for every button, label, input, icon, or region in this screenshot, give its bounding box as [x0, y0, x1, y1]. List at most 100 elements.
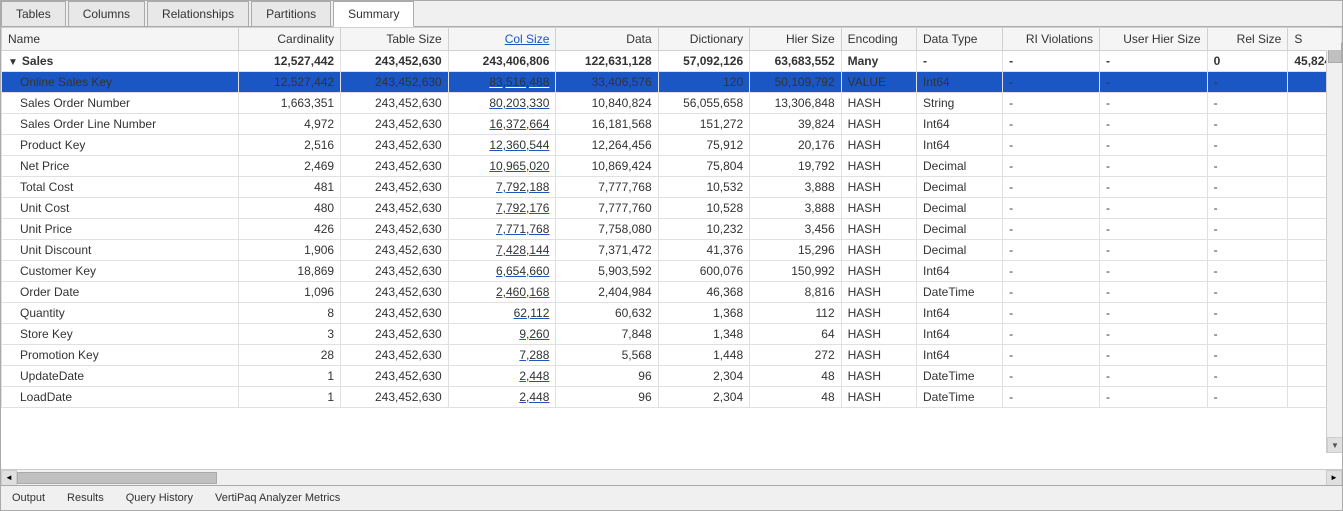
bottom-tab-query-history[interactable]: Query History [115, 488, 204, 508]
table-row[interactable]: Sales Order Number1,663,351243,452,63080… [2, 93, 1342, 114]
table-cell: Sales Order Number [2, 93, 239, 114]
table-cell: 2,448 [448, 387, 556, 408]
scroll-left-button[interactable]: ◄ [1, 470, 17, 486]
table-cell: - [1207, 303, 1288, 324]
table-cell: HASH [841, 387, 916, 408]
table-row[interactable]: Unit Price426243,452,6307,771,7687,758,0… [2, 219, 1342, 240]
table-cell: 0 [1207, 51, 1288, 72]
header-ri-violations[interactable]: RI Violations [1003, 28, 1100, 51]
tab-tables[interactable]: Tables [1, 1, 66, 26]
table-cell: 41,376 [658, 240, 750, 261]
header-data[interactable]: Data [556, 28, 658, 51]
top-tab-bar: Tables Columns Relationships Partitions … [1, 1, 1342, 27]
table-cell: Int64 [916, 72, 1002, 93]
table-row[interactable]: Customer Key18,869243,452,6306,654,6605,… [2, 261, 1342, 282]
table-row[interactable]: Total Cost481243,452,6307,792,1887,777,7… [2, 177, 1342, 198]
tab-columns[interactable]: Columns [68, 1, 145, 26]
table-cell: 243,452,630 [341, 282, 449, 303]
table-cell: 6,654,660 [448, 261, 556, 282]
table-row[interactable]: Quantity8243,452,63062,11260,6321,368112… [2, 303, 1342, 324]
table-cell: 243,452,630 [341, 198, 449, 219]
table-row[interactable]: Promotion Key28243,452,6307,2885,5681,44… [2, 345, 1342, 366]
table-row[interactable]: Net Price2,469243,452,63010,965,02010,86… [2, 156, 1342, 177]
table-cell: - [1207, 135, 1288, 156]
table-cell: - [1207, 282, 1288, 303]
table-cell: Total Cost [2, 177, 239, 198]
table-cell: Store Key [2, 324, 239, 345]
horizontal-scrollbar[interactable]: ◄ ► [1, 469, 1342, 485]
h-scroll-track[interactable] [17, 471, 1326, 485]
table-cell: HASH [841, 282, 916, 303]
app-container: Tables Columns Relationships Partitions … [0, 0, 1343, 511]
table-cell: - [1003, 177, 1100, 198]
table-cell: - [1003, 240, 1100, 261]
table-row[interactable]: Unit Cost480243,452,6307,792,1767,777,76… [2, 198, 1342, 219]
header-hier-size[interactable]: Hier Size [750, 28, 842, 51]
table-cell: 3 [238, 324, 340, 345]
table-row[interactable]: Unit Discount1,906243,452,6307,428,1447,… [2, 240, 1342, 261]
table-cell: 243,452,630 [341, 219, 449, 240]
table-cell: HASH [841, 198, 916, 219]
table-cell: 481 [238, 177, 340, 198]
header-rel-size[interactable]: Rel Size [1207, 28, 1288, 51]
bottom-tab-output[interactable]: Output [1, 488, 56, 508]
table-cell: 20,176 [750, 135, 842, 156]
main-content: Name Cardinality Table Size Col Size Dat… [1, 27, 1342, 485]
table-cell: 243,452,630 [341, 156, 449, 177]
header-data-type[interactable]: Data Type [916, 28, 1002, 51]
table-cell: 10,965,020 [448, 156, 556, 177]
table-cell: - [1003, 282, 1100, 303]
table-cell: VALUE [841, 72, 916, 93]
table-cell: 243,452,630 [341, 366, 449, 387]
header-name[interactable]: Name [2, 28, 239, 51]
table-cell: 75,912 [658, 135, 750, 156]
table-cell: 10,232 [658, 219, 750, 240]
header-user-hier-size[interactable]: User Hier Size [1099, 28, 1207, 51]
bottom-tab-bar: Output Results Query History VertiPaq An… [1, 485, 1342, 510]
table-cell: 243,452,630 [341, 387, 449, 408]
table-row[interactable]: Store Key3243,452,6309,2607,8481,34864HA… [2, 324, 1342, 345]
scroll-down-button[interactable]: ▼ [1327, 437, 1342, 453]
expand-arrow-icon[interactable]: ▼ [8, 57, 18, 68]
table-cell: 243,452,630 [341, 177, 449, 198]
tab-partitions[interactable]: Partitions [251, 1, 331, 26]
tab-summary[interactable]: Summary [333, 1, 414, 27]
tab-relationships[interactable]: Relationships [147, 1, 249, 26]
table-row[interactable]: UpdateDate1243,452,6302,448962,30448HASH… [2, 366, 1342, 387]
vertical-scrollbar[interactable]: ▲ ▼ [1326, 27, 1342, 453]
table-cell: Int64 [916, 114, 1002, 135]
table-cell: 2,516 [238, 135, 340, 156]
table-cell: 56,055,658 [658, 93, 750, 114]
table-cell: HASH [841, 114, 916, 135]
table-cell: Int64 [916, 135, 1002, 156]
header-cardinality[interactable]: Cardinality [238, 28, 340, 51]
table-cell: Net Price [2, 156, 239, 177]
table-row[interactable]: Order Date1,096243,452,6302,460,1682,404… [2, 282, 1342, 303]
table-cell: - [1207, 345, 1288, 366]
header-col-size[interactable]: Col Size [448, 28, 556, 51]
header-encoding[interactable]: Encoding [841, 28, 916, 51]
table-row[interactable]: ▼Sales12,527,442243,452,630243,406,80612… [2, 51, 1342, 72]
table-cell: HASH [841, 93, 916, 114]
table-row[interactable]: Sales Order Line Number4,972243,452,6301… [2, 114, 1342, 135]
table-cell: Order Date [2, 282, 239, 303]
table-cell: UpdateDate [2, 366, 239, 387]
bottom-tab-results[interactable]: Results [56, 488, 115, 508]
table-cell: 18,869 [238, 261, 340, 282]
table-row[interactable]: Online Sales Key12,527,442243,452,63083,… [2, 72, 1342, 93]
table-row[interactable]: Product Key2,516243,452,63012,360,54412,… [2, 135, 1342, 156]
table-scroll-container[interactable]: Name Cardinality Table Size Col Size Dat… [1, 27, 1342, 469]
header-table-size[interactable]: Table Size [341, 28, 449, 51]
scroll-right-button[interactable]: ► [1326, 470, 1342, 486]
table-cell: - [1099, 282, 1207, 303]
h-scroll-thumb[interactable] [17, 472, 217, 484]
table-cell: - [1099, 366, 1207, 387]
table-cell: Product Key [2, 135, 239, 156]
header-dictionary[interactable]: Dictionary [658, 28, 750, 51]
bottom-tab-vertipaq[interactable]: VertiPaq Analyzer Metrics [204, 488, 351, 508]
header-s[interactable]: S [1288, 28, 1342, 51]
table-cell: - [1207, 240, 1288, 261]
table-cell: 2,304 [658, 387, 750, 408]
table-cell: 16,181,568 [556, 114, 658, 135]
table-row[interactable]: LoadDate1243,452,6302,448962,30448HASHDa… [2, 387, 1342, 408]
